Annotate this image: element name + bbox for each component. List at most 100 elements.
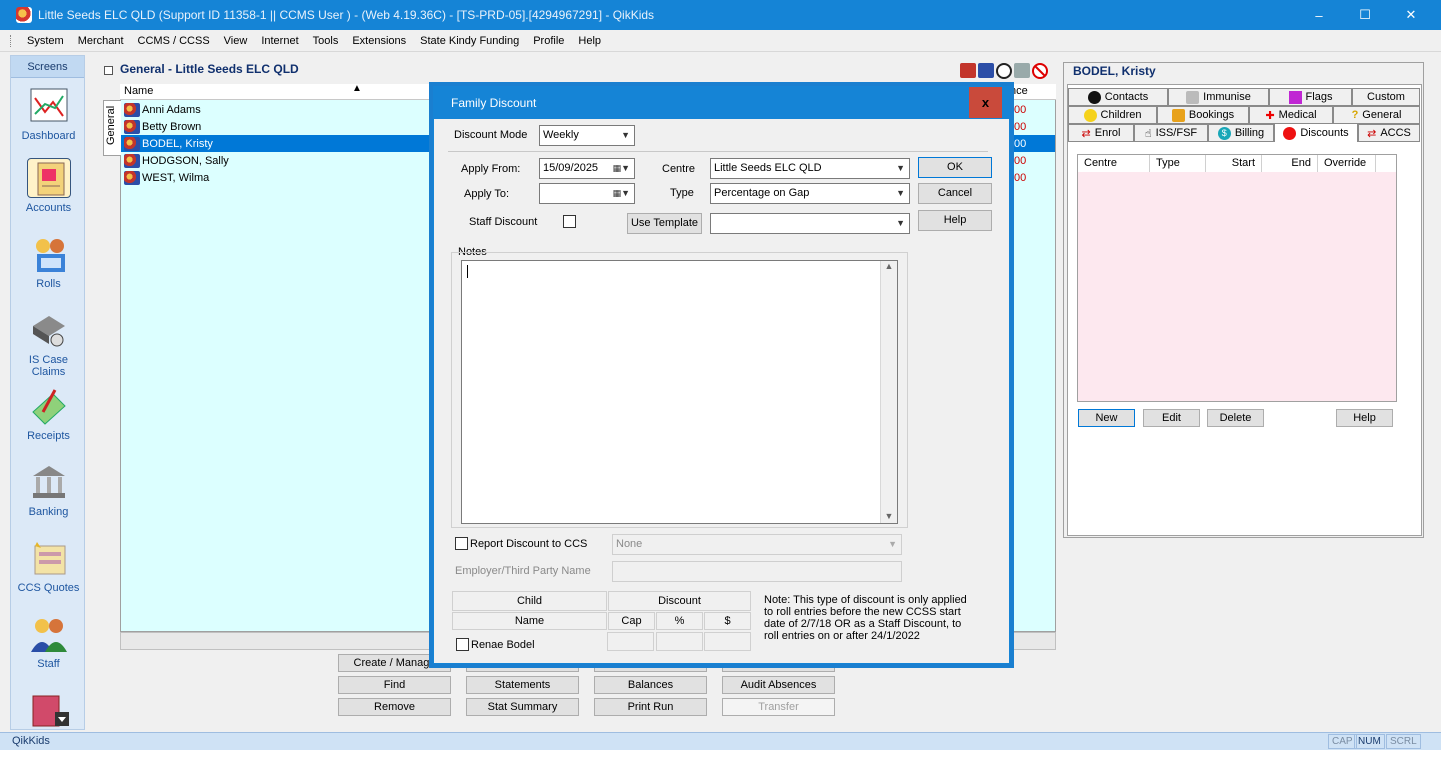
notes-textarea[interactable]: ▲ ▼ — [461, 260, 898, 524]
tab-discounts[interactable]: Discounts — [1274, 123, 1358, 142]
dialog-close-button[interactable]: x — [969, 87, 1002, 118]
template-select[interactable]: ▼ — [710, 213, 910, 234]
apply-to-date-picker[interactable]: ▦▼ — [539, 183, 635, 204]
col-type[interactable]: Type — [1150, 155, 1206, 172]
family-icon — [124, 119, 140, 134]
accounts-icon — [26, 158, 71, 198]
cap-cell[interactable] — [607, 632, 654, 651]
stat-summary-button[interactable]: Stat Summary — [466, 698, 579, 716]
discount-mode-label: Discount Mode — [454, 129, 528, 141]
menu-extensions[interactable]: Extensions — [345, 35, 413, 47]
chevron-down-icon: ▼ — [896, 218, 905, 228]
menu-grip — [10, 34, 14, 47]
menu-profile[interactable]: Profile — [526, 35, 571, 47]
balances-button[interactable]: Balances — [594, 676, 707, 694]
help-discount-button[interactable]: Help — [1336, 409, 1393, 427]
staff-discount-checkbox[interactable] — [563, 215, 576, 228]
menu-system[interactable]: System — [20, 35, 71, 47]
menu-view[interactable]: View — [217, 35, 255, 47]
grid-cap-header: Cap — [608, 612, 655, 630]
report-ccs-checkbox[interactable] — [455, 537, 468, 550]
row-balance: .00 — [1011, 137, 1027, 150]
tab-general-vertical[interactable]: General — [103, 100, 121, 156]
dollar-cell[interactable] — [704, 632, 751, 651]
balance-column-header[interactable]: nce — [1010, 85, 1028, 97]
sidebar-label-dashboard: Dashboard — [21, 130, 76, 142]
tab-billing[interactable]: $ Billing — [1208, 124, 1274, 142]
row-name: Anni Adams — [142, 103, 201, 116]
sidebar-item-is-case-claims[interactable]: IS Case Claims — [11, 310, 86, 378]
maximize-button[interactable]: ☐ — [1342, 0, 1388, 30]
tab-bookings[interactable]: Bookings — [1157, 106, 1249, 124]
menu-help[interactable]: Help — [571, 35, 608, 47]
statements-button[interactable]: Statements — [466, 676, 579, 694]
sidebar-item-staff[interactable]: Staff — [11, 614, 86, 670]
help-button[interactable]: Help — [918, 210, 992, 231]
new-discount-button[interactable]: New — [1078, 409, 1135, 427]
type-select[interactable]: Percentage on Gap ▼ — [710, 183, 910, 204]
tab-general[interactable]: ? General — [1333, 106, 1420, 124]
tab-general-label: General — [1362, 109, 1402, 121]
tab-children[interactable]: Children — [1068, 106, 1157, 124]
col-end[interactable]: End — [1262, 155, 1318, 172]
dialog-title-bar: Family Discount — [433, 86, 1010, 119]
status-app-name: QikKids — [12, 735, 50, 747]
tab-accs[interactable]: ⇄ ACCS — [1358, 124, 1420, 142]
centre-select[interactable]: Little Seeds ELC QLD ▼ — [710, 158, 910, 179]
child-include-checkbox[interactable] — [456, 638, 469, 651]
audit-absences-button[interactable]: Audit Absences — [722, 676, 835, 694]
edit-discount-button[interactable]: Edit — [1143, 409, 1200, 427]
calendar-dropdown-icon: ▦▼ — [612, 188, 630, 198]
sidebar-item-banking[interactable]: Banking — [11, 462, 86, 518]
sidebar-item-rolls[interactable]: Rolls — [11, 234, 86, 290]
panel-toggle-checkbox[interactable] — [104, 66, 113, 75]
pct-cell[interactable] — [656, 632, 703, 651]
row-name: Betty Brown — [142, 120, 202, 133]
sidebar-item-dashboard[interactable]: Dashboard — [11, 86, 86, 142]
find-button[interactable]: Find — [338, 676, 451, 694]
tab-medical[interactable]: ✚ Medical — [1249, 106, 1333, 124]
tab-iss-fsf[interactable]: ☝ ISS/FSF — [1134, 124, 1208, 142]
col-start[interactable]: Start — [1206, 155, 1262, 172]
tab-enrol[interactable]: ⇄ Enrol — [1068, 124, 1134, 142]
menu-merchant[interactable]: Merchant — [71, 35, 131, 47]
col-override[interactable]: Override — [1318, 155, 1376, 172]
notes-scrollbar[interactable]: ▲ ▼ — [880, 261, 897, 523]
print-run-button[interactable]: Print Run — [594, 698, 707, 716]
apply-from-date-picker[interactable]: 15/09/2025 ▦▼ — [539, 158, 635, 179]
menu-state-kindy-funding[interactable]: State Kindy Funding — [413, 35, 526, 47]
sidebar-item-accounts[interactable]: Accounts — [11, 158, 86, 214]
employer-input[interactable] — [612, 561, 902, 582]
scroll-down-icon[interactable]: ▼ — [881, 511, 897, 521]
cancel-button[interactable]: Cancel — [918, 183, 992, 204]
minimize-button[interactable]: ‒ — [1296, 0, 1342, 30]
remove-button[interactable]: Remove — [338, 698, 451, 716]
use-template-button[interactable]: Use Template — [627, 213, 702, 234]
type-value: Percentage on Gap — [714, 187, 810, 199]
tab-custom[interactable]: Custom — [1352, 88, 1420, 106]
report-ccs-select[interactable]: None ▼ — [612, 534, 902, 555]
col-centre[interactable]: Centre — [1078, 155, 1150, 172]
tab-contacts[interactable]: Contacts — [1068, 88, 1168, 106]
discount-mode-select[interactable]: Weekly ▼ — [539, 125, 635, 146]
tab-flags[interactable]: Flags — [1269, 88, 1352, 106]
sidebar-label-is-case-claims: IS Case Claims — [28, 354, 69, 378]
sidebar-item-more[interactable] — [11, 690, 86, 734]
discounts-grid[interactable] — [1077, 154, 1397, 402]
family-icon — [124, 136, 140, 151]
menu-internet[interactable]: Internet — [254, 35, 305, 47]
delete-discount-button[interactable]: Delete — [1207, 409, 1264, 427]
sidebar-label-rolls: Rolls — [36, 278, 61, 290]
tab-immunise[interactable]: Immunise — [1168, 88, 1269, 106]
scroll-up-icon[interactable]: ▲ — [881, 261, 897, 271]
ok-button[interactable]: OK — [918, 157, 992, 178]
sidebar-item-receipts[interactable]: Receipts — [11, 386, 86, 442]
sidebar-item-ccs-quotes[interactable]: CCS Quotes — [11, 538, 86, 594]
menu-tools[interactable]: Tools — [306, 35, 346, 47]
menu-ccms-ccss[interactable]: CCMS / CCSS — [131, 35, 217, 47]
transfer-button[interactable]: Transfer — [722, 698, 835, 716]
close-window-button[interactable]: ✕ — [1388, 0, 1434, 30]
tab-immunise-label: Immunise — [1203, 91, 1251, 103]
name-column-header[interactable]: Name — [124, 85, 153, 97]
sidebar-label-ccs-quotes: CCS Quotes — [17, 582, 80, 594]
